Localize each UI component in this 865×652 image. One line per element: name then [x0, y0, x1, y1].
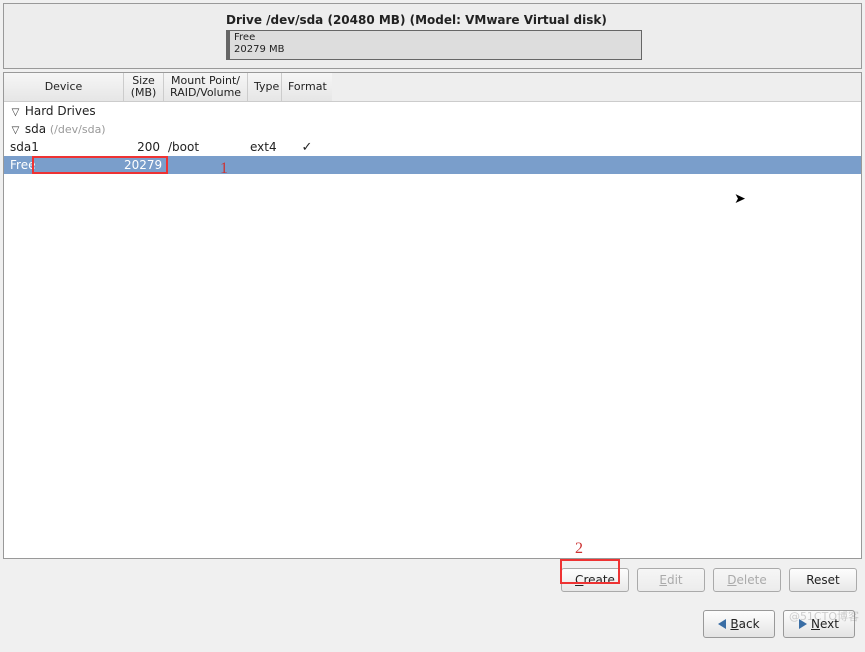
disk-name: sda [25, 122, 46, 136]
drive-summary-panel: Drive /dev/sda (20480 MB) (Model: VMware… [3, 3, 862, 69]
col-size[interactable]: Size (MB) [124, 73, 164, 101]
cell-device: sda1 [4, 140, 124, 154]
create-label: Create [575, 573, 615, 587]
reset-button[interactable]: Reset [789, 568, 857, 592]
delete-button: Delete [713, 568, 781, 592]
cell-mount: /boot [164, 140, 248, 154]
col-mount-l2: RAID/Volume [170, 87, 241, 99]
cell-type: ext4 [248, 140, 282, 154]
delete-label: Delete [727, 573, 766, 587]
annotation-label-1: 1 [220, 160, 228, 178]
col-size-l2: (MB) [130, 87, 157, 99]
table-header: Device Size (MB) Mount Point/ RAID/Volum… [4, 73, 861, 102]
segment-name: Free [234, 32, 284, 44]
disk-path: (/dev/sda) [50, 123, 106, 136]
col-device[interactable]: Device [4, 73, 124, 101]
cell-size: 20279 [124, 158, 164, 172]
expand-icon[interactable]: ▽ [10, 107, 21, 118]
back-button[interactable]: Back [703, 610, 775, 638]
reset-label: Reset [806, 573, 840, 587]
root-label: Hard Drives [25, 104, 96, 118]
drive-summary: Drive /dev/sda (20480 MB) (Model: VMware… [226, 13, 642, 60]
table-row-selected[interactable]: Free 20279 [4, 156, 861, 174]
action-bar: Create Edit Delete Reset [0, 562, 865, 596]
cell-format: ✓ [282, 140, 332, 155]
col-type[interactable]: Type [248, 73, 282, 101]
partition-table-panel: Device Size (MB) Mount Point/ RAID/Volum… [3, 72, 862, 559]
cursor-icon: ➤ [734, 191, 746, 207]
back-label: Back [730, 617, 759, 631]
col-format[interactable]: Format [282, 73, 332, 101]
drive-usage-bar[interactable]: Free 20279 MB [226, 30, 642, 60]
tree-disk-row[interactable]: ▽ sda (/dev/sda) [4, 120, 861, 138]
annotation-label-2: 2 [575, 540, 583, 558]
arrow-left-icon [718, 619, 726, 629]
watermark: @51CTO博客 [789, 608, 859, 624]
segment-size: 20279 MB [234, 44, 284, 56]
table-row[interactable]: sda1 200 /boot ext4 ✓ [4, 138, 861, 156]
col-mount[interactable]: Mount Point/ RAID/Volume [164, 73, 248, 101]
cell-size: 200 [124, 140, 164, 154]
edit-label: Edit [659, 573, 682, 587]
nav-bar: Back Next [0, 596, 865, 638]
tree-body: ▽ Hard Drives ▽ sda (/dev/sda) sda1 200 … [4, 102, 861, 174]
cell-device: Free [4, 158, 124, 172]
expand-icon[interactable]: ▽ [10, 125, 21, 136]
drive-segment-free[interactable]: Free 20279 MB [227, 31, 288, 59]
create-button[interactable]: Create [561, 568, 629, 592]
tree-root-row[interactable]: ▽ Hard Drives [4, 102, 861, 120]
edit-button: Edit [637, 568, 705, 592]
drive-title: Drive /dev/sda (20480 MB) (Model: VMware… [226, 13, 642, 27]
